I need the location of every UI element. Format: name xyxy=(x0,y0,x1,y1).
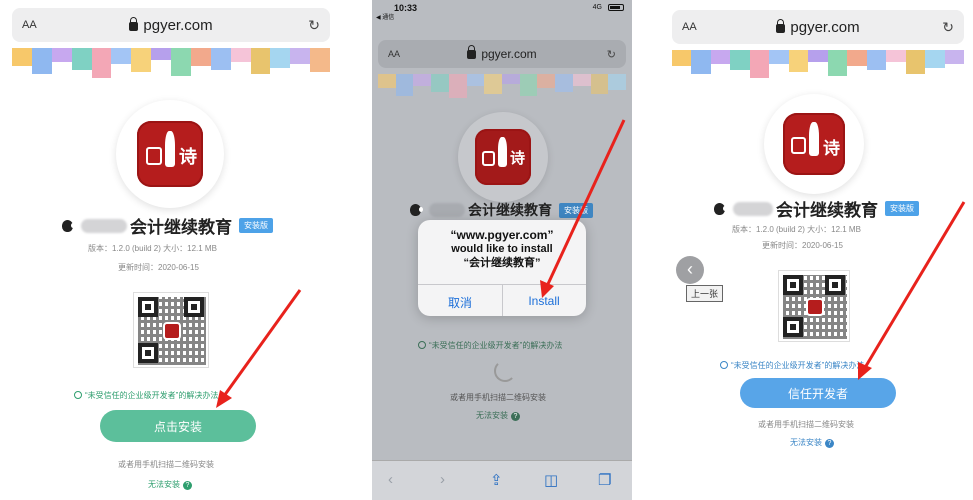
apple-icon xyxy=(410,204,423,216)
share-icon[interactable]: ⇪ xyxy=(490,471,503,489)
app-name: 会计继续教育 xyxy=(776,201,878,220)
screen-2: 10:33 ◀ 通信 4G AA pgyer.com ↻ 诗 会计继续教育 安装… xyxy=(372,0,632,500)
url-display[interactable]: pgyer.com xyxy=(672,18,964,36)
previous-image-button[interactable]: ‹ xyxy=(676,256,704,284)
redacted-text xyxy=(429,203,465,217)
app-icon: 诗 xyxy=(137,121,203,187)
qr-code xyxy=(778,270,850,342)
lock-icon xyxy=(467,45,477,59)
trust-link-text: “未受信任的企业级开发者”的解决办法 xyxy=(85,391,219,400)
screen-3: AA pgyer.com ↻ 诗 会计继续教育 安装版 版本：1.2.0 (bu… xyxy=(668,0,973,500)
battery-icon xyxy=(608,4,624,11)
question-icon: ? xyxy=(183,481,192,490)
text-size-button[interactable]: AA xyxy=(388,49,400,59)
decorative-pixel-banner xyxy=(12,48,330,78)
decorative-pixel-banner xyxy=(378,74,627,98)
redacted-text xyxy=(733,201,773,216)
app-name: 会计继续教育 xyxy=(130,218,232,237)
status-back-link[interactable]: ◀ 通信 xyxy=(376,12,394,21)
lock-icon xyxy=(129,16,139,31)
address-bar[interactable]: AA pgyer.com ↻ xyxy=(672,10,964,44)
hand-icon xyxy=(720,361,728,369)
dialog-install-button[interactable]: Install xyxy=(502,294,586,308)
cant-install-text: 无法安装 xyxy=(476,411,508,420)
update-time: 更新时间：2020-06-15 xyxy=(762,241,843,250)
hand-icon xyxy=(418,341,426,349)
trust-link-text: “未受信任的企业级开发者”的解决办法 xyxy=(731,361,865,370)
scan-hint: 或者用手机扫描二维码安装 xyxy=(758,420,854,429)
untrusted-developer-help-link[interactable]: “未受信任的企业级开发者”的解决办法 xyxy=(418,340,562,351)
question-icon: ? xyxy=(825,439,834,448)
lock-icon xyxy=(776,18,786,33)
status-bar: 10:33 ◀ 通信 4G xyxy=(372,0,632,21)
browser-toolbar: ‹ › ⇪ ◫ ❐ xyxy=(372,460,632,500)
cant-install-text: 无法安装 xyxy=(148,480,180,489)
domain-text: pgyer.com xyxy=(790,18,860,36)
cant-install-link[interactable]: 无法安装? xyxy=(790,437,834,448)
app-title-row: 会计继续教育 安装版 xyxy=(62,213,273,238)
version-badge: 安装版 xyxy=(559,202,593,218)
address-bar[interactable]: AA pgyer.com ↻ xyxy=(12,8,330,42)
app-icon: 诗 xyxy=(475,129,531,185)
version-badge: 安装版 xyxy=(885,201,919,216)
network-indicator: 4G xyxy=(592,4,602,11)
reload-icon[interactable]: ↻ xyxy=(607,48,616,61)
url-display[interactable]: pgyer.com xyxy=(378,45,626,61)
domain-text: pgyer.com xyxy=(481,47,537,61)
dialog-app-name: “会计继续教育” xyxy=(463,257,541,269)
app-name: 会计继续教育 xyxy=(468,202,552,218)
trust-link-text: “未受信任的企业级开发者”的解决办法 xyxy=(429,341,563,350)
apple-icon xyxy=(62,219,75,232)
decorative-pixel-banner xyxy=(672,50,965,78)
dialog-title: “www.pgyer.com” xyxy=(450,228,554,242)
version-info: 版本：1.2.0 (build 2) 大小：12.1 MB xyxy=(732,225,861,234)
trust-developer-button[interactable]: 信任开发者 xyxy=(740,378,896,408)
reload-icon[interactable]: ↻ xyxy=(308,17,320,34)
hand-icon xyxy=(74,391,82,399)
app-icon: 诗 xyxy=(783,113,845,175)
install-button[interactable]: 点击安装 xyxy=(100,410,256,442)
text-size-button[interactable]: AA xyxy=(22,19,37,31)
app-title-row: 会计继续教育 安装版 xyxy=(410,200,593,220)
untrusted-developer-help-link[interactable]: “未受信任的企业级开发者”的解决办法 xyxy=(720,360,864,371)
qr-code xyxy=(133,292,209,368)
cant-install-text: 无法安装 xyxy=(790,438,822,447)
update-time: 更新时间：2020-06-15 xyxy=(118,263,199,272)
cant-install-link[interactable]: 无法安装? xyxy=(148,479,192,490)
previous-image-tooltip: 上一张 xyxy=(686,285,724,302)
dialog-cancel-button[interactable]: 取消 xyxy=(418,294,502,311)
bookmarks-icon[interactable]: ◫ xyxy=(544,471,558,489)
domain-text: pgyer.com xyxy=(143,16,213,34)
untrusted-developer-help-link[interactable]: “未受信任的企业级开发者”的解决办法 xyxy=(74,390,218,401)
app-title-row: 会计继续教育 安装版 xyxy=(714,196,919,221)
screen-1: AA pgyer.com ↻ 诗 会计继续教育 安装版 版本：1.2.0 (bu… xyxy=(0,0,330,500)
loading-spinner xyxy=(494,360,516,382)
back-icon[interactable]: ‹ xyxy=(388,471,393,488)
version-info: 版本：1.2.0 (build 2) 大小：12.1 MB xyxy=(88,244,217,253)
version-badge: 安装版 xyxy=(239,218,273,233)
redacted-text xyxy=(81,218,127,233)
forward-icon[interactable]: › xyxy=(440,471,445,488)
status-time: 10:33 xyxy=(394,3,418,13)
scan-hint: 或者用手机扫描二维码安装 xyxy=(118,460,214,469)
tabs-icon[interactable]: ❐ xyxy=(598,471,611,489)
cant-install-link[interactable]: 无法安装? xyxy=(476,410,520,421)
address-bar[interactable]: AA pgyer.com ↻ xyxy=(378,40,626,68)
reload-icon[interactable]: ↻ xyxy=(942,19,954,36)
install-dialog: “www.pgyer.com” would like to install “会… xyxy=(418,220,586,316)
url-display[interactable]: pgyer.com xyxy=(12,16,330,34)
dialog-message: would like to install xyxy=(451,243,553,255)
question-icon: ? xyxy=(511,412,520,421)
scan-hint: 或者用手机扫描二维码安装 xyxy=(450,393,546,402)
text-size-button[interactable]: AA xyxy=(682,21,697,33)
apple-icon xyxy=(714,202,727,215)
